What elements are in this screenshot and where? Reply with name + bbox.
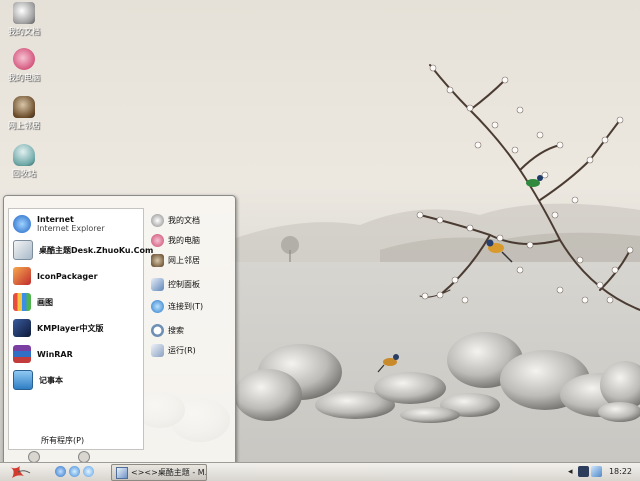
taskbar-window-label: <><>桌酷主题 - M... <box>131 468 206 477</box>
menu-item-title: IconPackager <box>37 271 98 281</box>
my-documents-icon <box>151 213 164 227</box>
tray-network-icon[interactable] <box>591 466 602 477</box>
start-menu-programs-pane: Internet Internet Explorer 桌酷主题Desk.Zhuo… <box>8 208 153 450</box>
menu-item-subtitle: Internet Explorer <box>37 224 105 233</box>
menu-place-network[interactable]: 网上邻居 <box>151 252 200 268</box>
network-places-icon <box>151 253 164 267</box>
desktop-icon-label: 我的文档 <box>8 27 40 36</box>
notepad-icon <box>13 370 33 390</box>
shutdown-icon[interactable] <box>78 451 90 462</box>
desktop-icon-label: 网上邻居 <box>8 121 40 130</box>
zhuoku-icon <box>13 240 33 260</box>
logoff-icon[interactable] <box>28 451 40 462</box>
all-programs-button[interactable]: 所有程序(P) <box>41 435 84 446</box>
start-menu-footer <box>4 448 235 462</box>
iconpackager-icon <box>13 267 31 285</box>
desktop-icon-label: 我的电脑 <box>8 73 40 82</box>
tray-app-icon[interactable] <box>578 466 589 477</box>
my-computer-icon <box>151 233 164 247</box>
search-icon <box>151 323 164 337</box>
menu-place-my-computer[interactable]: 我的电脑 <box>151 232 200 248</box>
desktop-icon-my-computer[interactable]: 我的电脑 <box>2 48 46 83</box>
menu-place-label: 控制面板 <box>168 279 200 289</box>
menu-item-title: Internet <box>37 215 74 224</box>
menu-place-label: 运行(R) <box>168 345 196 355</box>
menu-item-zhuoku[interactable]: 桌酷主题Desk.ZhuoKu.Com <box>13 239 153 261</box>
my-computer-icon <box>13 48 35 70</box>
desktop-icon-network-places[interactable]: 网上邻居 <box>2 96 46 131</box>
menu-place-label: 我的电脑 <box>168 235 200 245</box>
menu-place-my-documents[interactable]: 我的文档 <box>151 212 200 228</box>
desktop: 我的文档 我的电脑 网上邻居 回收站 Internet Internet Exp… <box>0 0 640 462</box>
menu-place-label: 网上邻居 <box>168 255 200 265</box>
paint-icon <box>13 293 31 311</box>
winrar-icon <box>13 345 31 363</box>
recycle-bin-icon <box>13 144 35 166</box>
menu-place-control-panel[interactable]: 控制面板 <box>151 276 200 292</box>
run-icon <box>151 343 164 357</box>
my-documents-icon <box>13 2 35 24</box>
kmplayer-icon <box>13 319 31 337</box>
menu-item-title: 画图 <box>37 297 53 307</box>
menu-place-label: 连接到(T) <box>168 301 204 311</box>
system-tray: ◂ 18:22 <box>564 464 640 480</box>
menu-place-run[interactable]: 运行(R) <box>151 342 196 358</box>
menu-item-kmplayer[interactable]: KMPlayer中文版 <box>13 317 104 339</box>
menu-item-title: 记事本 <box>39 375 63 385</box>
taskbar: <><>桌酷主题 - M... ◂ 18:22 <box>0 462 640 481</box>
internet-explorer-icon <box>13 215 31 233</box>
start-menu-places-pane: 我的文档 我的电脑 网上邻居 控制面板 连接到(T) 搜索 运行(R) <box>145 208 233 448</box>
menu-item-winrar[interactable]: WinRAR <box>13 343 73 365</box>
start-button[interactable] <box>2 464 42 480</box>
desktop-icon-recycle-bin[interactable]: 回收站 <box>2 144 46 179</box>
taskbar-window-button[interactable]: <><>桌酷主题 - M... <box>111 464 207 481</box>
menu-item-title: KMPlayer中文版 <box>37 323 104 333</box>
clock[interactable]: 18:22 <box>609 467 632 476</box>
desktop-icon-my-documents[interactable]: 我的文档 <box>2 2 46 37</box>
start-menu: Internet Internet Explorer 桌酷主题Desk.Zhuo… <box>3 195 236 462</box>
connect-to-icon <box>151 299 164 313</box>
desktop-icon-label: 回收站 <box>12 169 36 178</box>
menu-item-notepad[interactable]: 记事本 <box>13 369 63 391</box>
internet-explorer-icon[interactable] <box>69 466 80 477</box>
menu-item-iconpackager[interactable]: IconPackager <box>13 265 98 287</box>
menu-place-search[interactable]: 搜索 <box>151 322 184 338</box>
menu-item-paint[interactable]: 画图 <box>13 291 53 313</box>
show-desktop-icon[interactable] <box>55 466 66 477</box>
menu-item-title: 桌酷主题Desk.ZhuoKu.Com <box>39 245 154 255</box>
menu-place-connect-to[interactable]: 连接到(T) <box>151 298 203 314</box>
control-panel-icon <box>151 277 164 291</box>
menu-item-title: WinRAR <box>37 349 73 359</box>
menu-item-internet[interactable]: Internet Internet Explorer <box>13 213 105 235</box>
menu-place-label: 搜索 <box>168 325 184 335</box>
window-app-icon <box>116 466 128 479</box>
network-places-icon <box>13 96 35 118</box>
media-player-icon[interactable] <box>83 466 94 477</box>
tray-expand-icon[interactable]: ◂ <box>568 467 573 477</box>
menu-place-label: 我的文档 <box>168 215 200 225</box>
